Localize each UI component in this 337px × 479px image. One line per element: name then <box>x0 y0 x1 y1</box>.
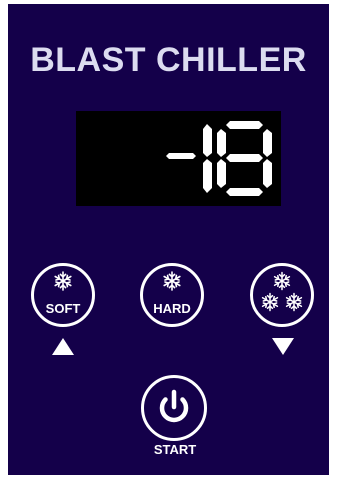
seven-segment-readout <box>166 121 272 196</box>
snowflake-icon <box>162 271 182 291</box>
digit-one-lower <box>203 159 212 193</box>
temperature-display <box>76 111 281 206</box>
deep-freeze-button[interactable] <box>250 263 314 327</box>
digit-one-upper <box>203 124 212 157</box>
hard-button-label: HARD <box>153 301 191 316</box>
minus-segment <box>166 153 196 159</box>
soft-button[interactable]: SOFT <box>31 263 95 327</box>
triple-snowflake-icon <box>260 271 304 312</box>
digit-eight-bottom <box>226 188 263 196</box>
digit-eight-lower-right <box>263 159 272 188</box>
start-button-label: START <box>153 442 197 457</box>
digit-eight-top <box>226 121 263 129</box>
digit-eight-upper-right <box>263 129 272 157</box>
up-arrow-icon <box>52 338 74 355</box>
start-button[interactable] <box>141 375 207 441</box>
digit-eight-upper-left <box>217 129 226 157</box>
power-icon <box>159 389 189 423</box>
down-arrow-icon <box>272 338 294 355</box>
snowflake-icon <box>53 271 73 291</box>
soft-button-label: SOFT <box>45 301 81 316</box>
digit-eight-middle <box>226 154 263 162</box>
hard-button[interactable]: HARD <box>140 263 204 327</box>
panel-title: BLAST CHILLER <box>30 41 307 79</box>
digit-eight-lower-left <box>217 159 226 188</box>
